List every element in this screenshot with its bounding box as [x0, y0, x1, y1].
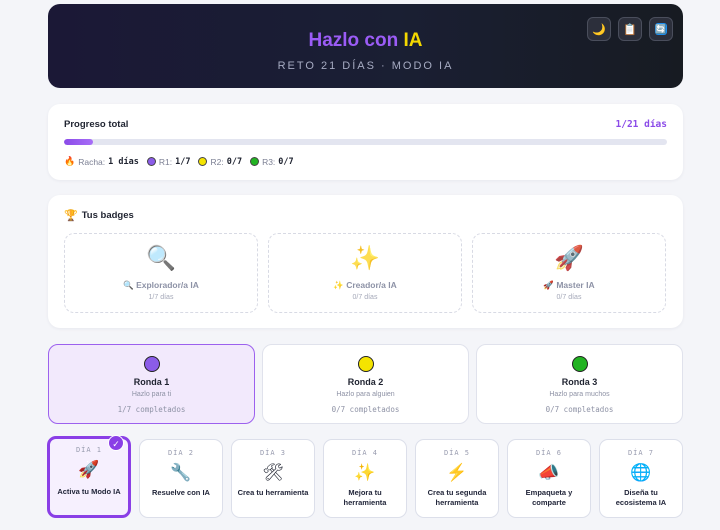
day-label: Mejora tu herramienta	[343, 488, 387, 507]
badge-name: 🚀 Master IA	[473, 280, 665, 291]
app-header: Hazlo con IA RETO 21 DÍAS · MODO IA 🌙 📋 …	[48, 4, 683, 88]
round1-stat-value: 1/7	[175, 156, 191, 167]
day-label: Resuelve con IA	[152, 488, 210, 497]
round-subtitle: Hazlo para alguien	[336, 391, 395, 398]
day-number: DÍA 7	[627, 449, 655, 457]
progress-count: 1/21 días	[615, 119, 667, 130]
round-3-tab[interactable]: Ronda 3 Hazlo para muchos 0/7 completado…	[476, 344, 683, 424]
title-text: Hazlo con	[308, 30, 404, 51]
round1-stat-label: R1:	[158, 156, 173, 167]
round-subtitle: Hazlo para ti	[131, 391, 172, 398]
globe-icon: 🌐	[630, 463, 652, 482]
round-1-tab[interactable]: Ronda 1 Hazlo para ti 1/7 completados	[48, 344, 255, 424]
title-accent: IA	[403, 30, 423, 51]
badge-days: 0/7 días	[352, 294, 378, 301]
rocket-small-icon: 🚀	[543, 280, 554, 290]
tools-icon: 🛠	[262, 463, 284, 482]
rocket-icon: 🚀	[554, 245, 584, 272]
megaphone-icon: 📣	[538, 463, 560, 482]
day-number: DÍA 4	[351, 449, 379, 457]
streak-value: 1 días	[108, 156, 139, 167]
round-dot-icon	[357, 356, 374, 372]
notes-button[interactable]: 📋	[618, 17, 642, 41]
day-number: DÍA 6	[535, 449, 563, 457]
round2-stat-label: R2:	[210, 156, 224, 167]
streak-stat: 🔥 Racha: 1 días	[64, 156, 139, 167]
app-subtitle: RETO 21 DÍAS · MODO IA	[277, 60, 454, 72]
day-3-card[interactable]: DÍA 3 🛠 Crea tu herramienta	[231, 439, 315, 518]
badge-name-text: Creador/a IA	[346, 280, 397, 290]
refresh-icon: 🔄	[655, 23, 667, 35]
round-count: 0/7 completados	[545, 405, 614, 414]
round-2-tab[interactable]: Ronda 2 Hazlo para alguien 0/7 completad…	[262, 344, 469, 424]
progress-label: Progreso total	[64, 119, 129, 130]
round1-dot-icon	[146, 157, 156, 166]
round-name: Ronda 3	[561, 377, 598, 387]
badge-days: 1/7 días	[148, 294, 174, 301]
magnifier-icon: 🔍	[146, 245, 176, 272]
badge-master: 🚀 🚀 Master IA 0/7 días	[472, 233, 666, 313]
day-number: DÍA 1	[75, 446, 103, 454]
badge-explorer: 🔍 🔍 Explorador/a IA 1/7 días	[64, 233, 258, 313]
badges-heading: 🏆 Tus badges	[64, 209, 134, 222]
badge-name: ✨ Creador/a IA	[269, 280, 461, 291]
day-number: DÍA 3	[259, 449, 287, 457]
progress-bar	[64, 139, 667, 145]
day-label: Crea tu herramienta	[237, 488, 309, 497]
round3-stat-value: 0/7	[278, 156, 294, 167]
badge-name-text: Master IA	[556, 280, 595, 290]
rocket-icon: 🚀	[78, 460, 100, 479]
round-dot-icon	[571, 356, 588, 372]
round-name: Ronda 1	[133, 377, 170, 387]
day-7-card[interactable]: DÍA 7 🌐 Diseña tu ecosistema IA	[599, 439, 683, 518]
round1-stat: R1: 1/7	[146, 156, 191, 167]
day-label: Crea tu segunda herramienta	[427, 488, 487, 507]
sparkles-small-icon: ✨	[333, 280, 344, 290]
round-dot-icon	[143, 356, 160, 372]
badges-card: 🏆 Tus badges 🔍 🔍 Explorador/a IA 1/7 días…	[48, 195, 683, 328]
theme-toggle-button[interactable]: 🌙	[587, 17, 611, 41]
round-name: Ronda 2	[347, 377, 384, 387]
round-count: 0/7 completados	[331, 405, 400, 414]
wrench-icon: 🔧	[170, 463, 192, 482]
round-subtitle: Hazlo para muchos	[549, 391, 610, 398]
clipboard-icon: 📋	[623, 23, 637, 36]
reset-button[interactable]: 🔄	[649, 17, 673, 41]
badge-name: 🔍 Explorador/a IA	[65, 280, 257, 291]
day-label: Diseña tu ecosistema IA	[615, 488, 667, 507]
streak-label: Racha:	[78, 156, 106, 167]
badge-days: 0/7 días	[556, 294, 582, 301]
badge-creator: ✨ ✨ Creador/a IA 0/7 días	[268, 233, 462, 313]
sparkles-icon: ✨	[350, 245, 380, 272]
sparkles-icon: ✨	[354, 463, 376, 482]
magnifier-small-icon: 🔍	[123, 280, 134, 290]
day-2-card[interactable]: DÍA 2 🔧 Resuelve con IA	[139, 439, 223, 518]
day-number: DÍA 2	[167, 449, 195, 457]
progress-bar-fill	[64, 139, 93, 145]
day-label: Activa tu Modo IA	[57, 487, 121, 496]
day-5-card[interactable]: DÍA 5 ⚡ Crea tu segunda herramienta	[415, 439, 499, 518]
lightning-icon: ⚡	[446, 463, 468, 482]
round3-stat-label: R3:	[262, 156, 276, 167]
badges-title: Tus badges	[81, 210, 134, 221]
progress-card: Progreso total 1/21 días 🔥 Racha: 1 días R…	[48, 104, 683, 180]
badge-name-text: Explorador/a IA	[136, 280, 199, 290]
day-4-card[interactable]: DÍA 4 ✨ Mejora tu herramienta	[323, 439, 407, 518]
round2-stat: R2: 0/7	[198, 157, 242, 167]
flame-icon: 🔥	[64, 156, 76, 166]
day-1-card[interactable]: ✓ DÍA 1 🚀 Activa tu Modo IA	[47, 435, 131, 518]
moon-icon: 🌙	[592, 23, 606, 36]
round2-stat-value: 0/7	[226, 156, 243, 167]
round2-dot-icon	[198, 157, 208, 166]
trophy-icon: 🏆	[64, 210, 78, 222]
day-6-card[interactable]: DÍA 6 📣 Empaqueta y comparte	[507, 439, 591, 518]
progress-stats: 🔥 Racha: 1 días R1: 1/7 R2: 0/7 R3: 0/7	[64, 156, 294, 167]
round3-dot-icon	[250, 157, 260, 166]
round-count: 1/7 completados	[117, 405, 186, 414]
round3-stat: R3: 0/7	[250, 157, 294, 167]
day-number: DÍA 5	[443, 449, 471, 457]
day-label: Empaqueta y comparte	[525, 488, 573, 507]
